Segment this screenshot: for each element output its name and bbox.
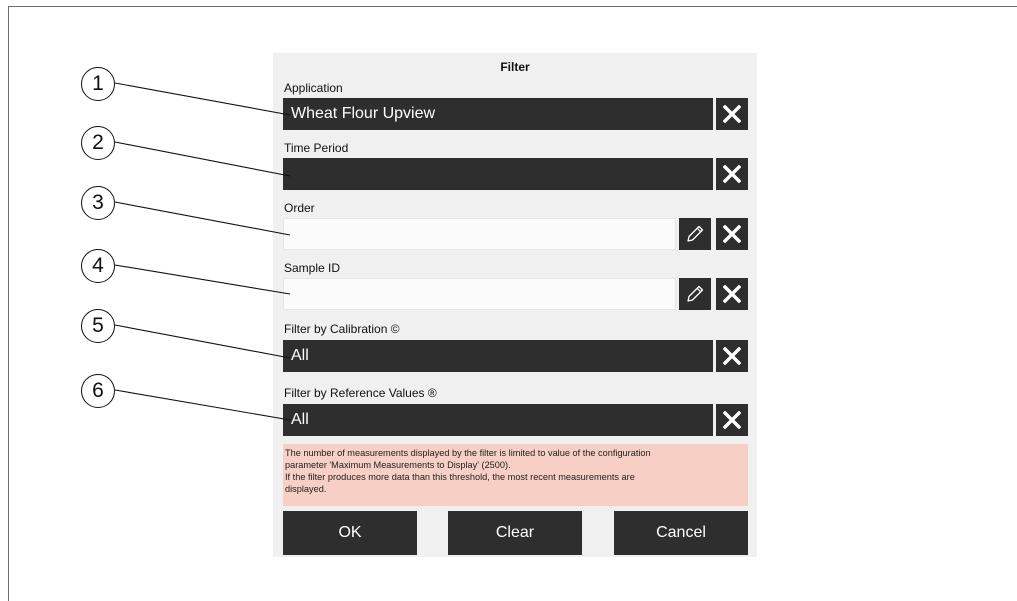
- callout-1: 1: [81, 67, 115, 101]
- callout-6: 6: [81, 374, 115, 408]
- callout-3: 3: [81, 186, 115, 220]
- callout-2: 2: [81, 126, 115, 160]
- callout-4: 4: [81, 249, 115, 283]
- callout-5: 5: [81, 309, 115, 343]
- callout-lines: [114, 82, 291, 421]
